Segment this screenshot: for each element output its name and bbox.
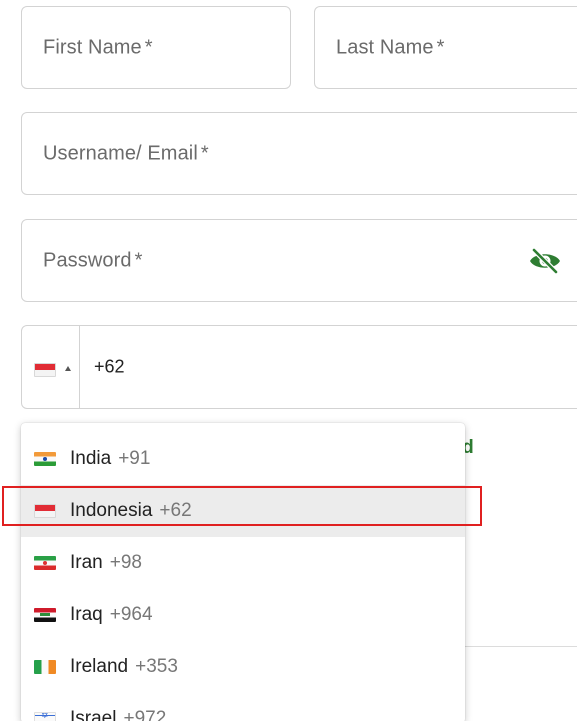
signup-form-page: First Name * Last Name * Username/ Email * … bbox=[0, 0, 577, 721]
country-dial-code: +972 bbox=[123, 708, 167, 721]
country-name: India bbox=[70, 448, 112, 469]
username-email-field[interactable]: Username/ Email * bbox=[21, 112, 577, 195]
country-option-israel[interactable]: Israel +972 bbox=[21, 693, 465, 721]
last-name-placeholder: Last Name * bbox=[336, 36, 445, 58]
country-dropdown-list[interactable]: India +91 Indonesia +62 Iran +98 Iraq +9… bbox=[21, 423, 465, 721]
country-option-india[interactable]: India +91 bbox=[21, 433, 465, 485]
phone-number-field[interactable]: +62 bbox=[21, 325, 577, 409]
last-name-field[interactable]: Last Name * bbox=[314, 6, 577, 89]
country-name: Iraq bbox=[70, 604, 103, 625]
country-name: Israel bbox=[70, 708, 117, 721]
country-option-iraq[interactable]: Iraq +964 bbox=[21, 589, 465, 641]
flag-indonesia-icon bbox=[34, 504, 56, 518]
country-option-indonesia[interactable]: Indonesia +62 bbox=[21, 485, 465, 537]
flag-iran-icon bbox=[34, 556, 56, 570]
country-dial-code: +964 bbox=[109, 604, 153, 625]
phone-number-input[interactable]: +62 bbox=[94, 357, 125, 378]
flag-indonesia-icon bbox=[34, 363, 56, 377]
country-name: Iran bbox=[70, 552, 103, 573]
country-name: Ireland bbox=[70, 656, 129, 677]
country-code-select[interactable] bbox=[22, 326, 80, 408]
country-option-ireland[interactable]: Ireland +353 bbox=[21, 641, 465, 693]
country-dial-code: +62 bbox=[159, 500, 192, 521]
password-field[interactable]: Password * bbox=[21, 219, 577, 302]
first-name-placeholder: First Name * bbox=[43, 36, 153, 58]
country-dial-code: +98 bbox=[109, 552, 142, 573]
password-placeholder: Password * bbox=[43, 249, 143, 271]
eye-slash-icon[interactable] bbox=[528, 247, 562, 275]
country-name: Indonesia bbox=[70, 500, 153, 521]
first-name-field[interactable]: First Name * bbox=[21, 6, 291, 89]
country-dial-code: +91 bbox=[118, 448, 151, 469]
flag-ireland-icon bbox=[34, 660, 56, 674]
username-email-placeholder: Username/ Email * bbox=[43, 142, 209, 164]
caret-up-icon bbox=[65, 366, 71, 371]
country-option-iran[interactable]: Iran +98 bbox=[21, 537, 465, 589]
flag-iraq-icon bbox=[34, 608, 56, 622]
country-dial-code: +353 bbox=[135, 656, 178, 677]
flag-india-icon bbox=[34, 452, 56, 466]
flag-israel-icon bbox=[34, 712, 56, 721]
